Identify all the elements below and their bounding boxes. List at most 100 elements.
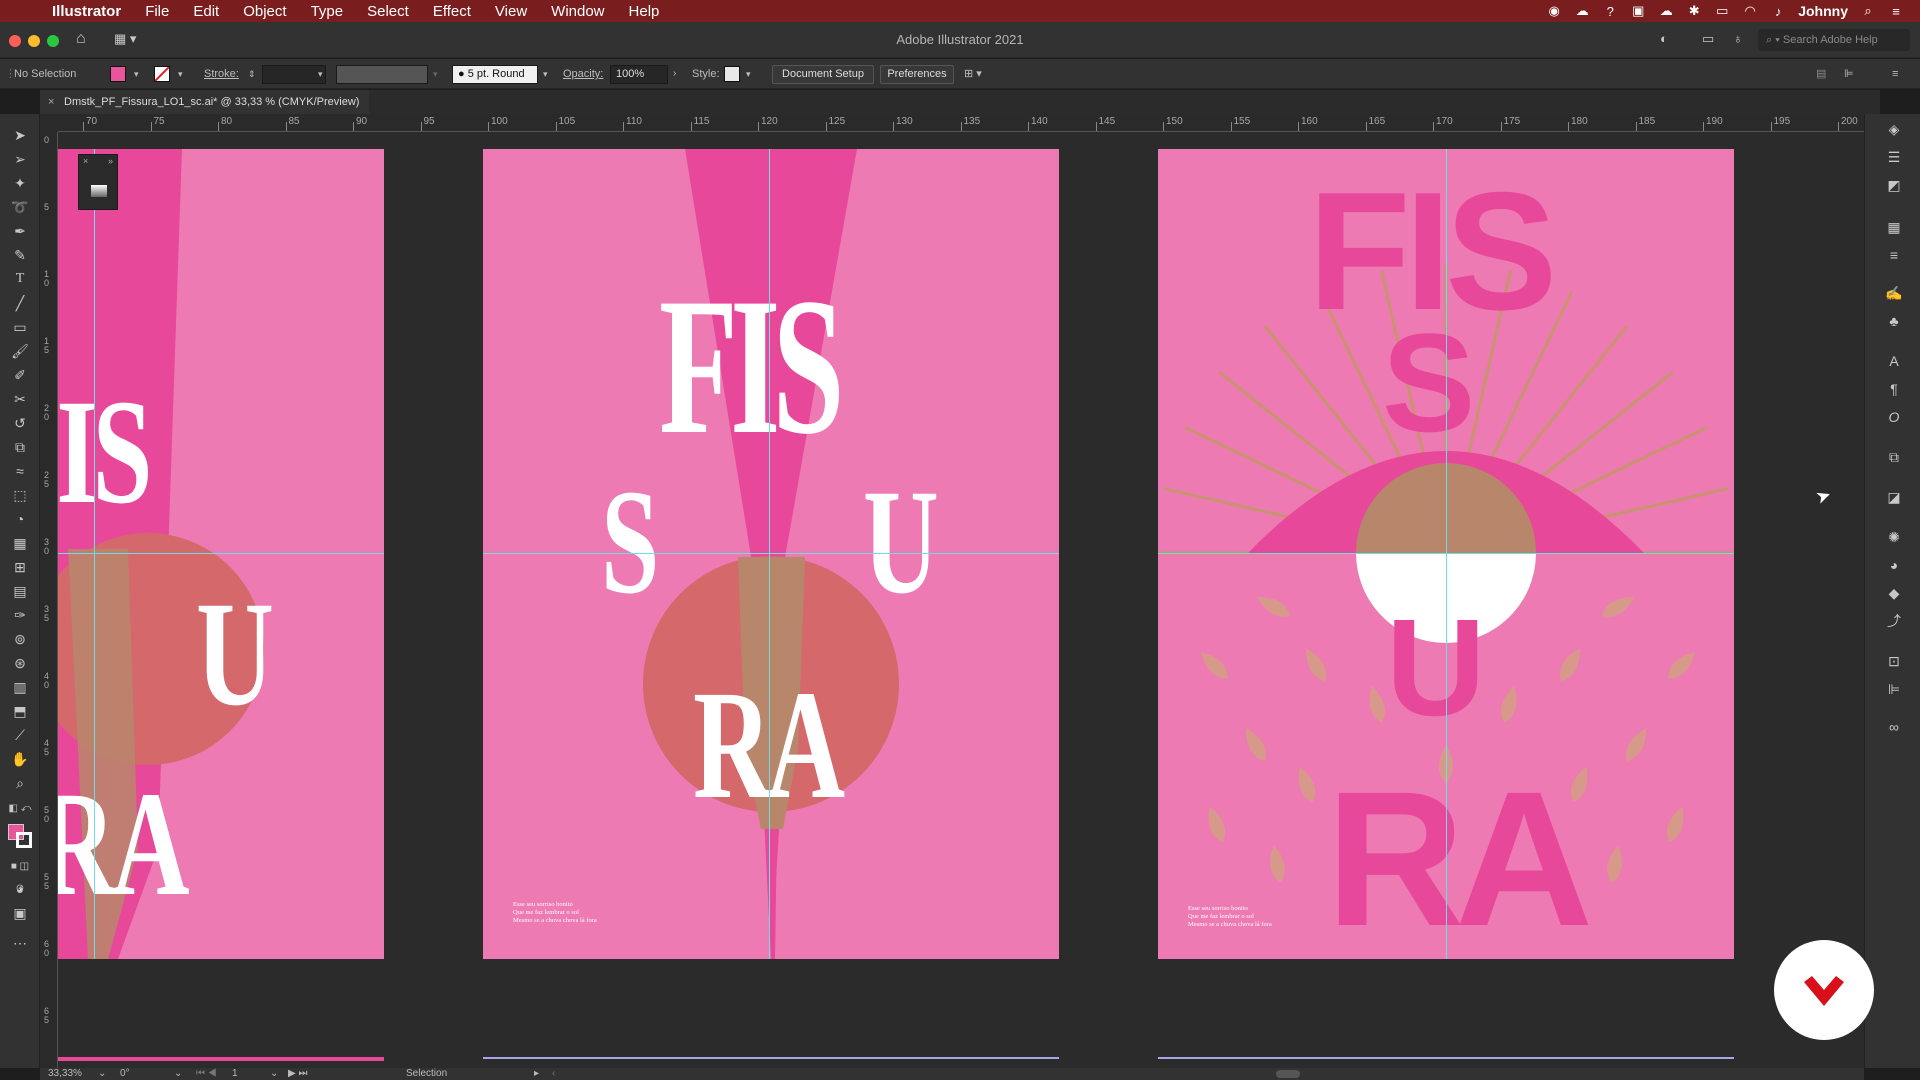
artboard-nav-first-prev-icon[interactable]: ⏮ ◀ <box>196 1068 217 1080</box>
guide-horizontal[interactable] <box>58 553 384 554</box>
default-colors-icon[interactable]: ◧ ⤺ <box>8 798 32 820</box>
fill-color-swatch[interactable] <box>110 66 126 82</box>
paintbrush-tool-icon[interactable]: 🖌 <box>8 340 32 362</box>
drawing-modes-icon[interactable]: ◕ <box>8 878 32 900</box>
mesh-tool-icon[interactable]: ⊞ <box>8 556 32 578</box>
pathfinder-icon[interactable]: ◪ <box>1885 488 1903 506</box>
opentype-panel-icon[interactable]: O <box>1885 408 1903 426</box>
artboards-panel-icon[interactable]: ⊡ <box>1885 652 1903 670</box>
artboard-poster-2[interactable]: FIS S U RA Esse seu sorriso bonito Que m… <box>483 149 1059 959</box>
arrange-icon[interactable]: ▤ <box>1816 59 1826 89</box>
color-mode-icons[interactable]: ■ ◫ ⊘ <box>8 856 32 894</box>
rectangle-tool-icon[interactable]: ▭ <box>8 316 32 338</box>
zoom-dropdown-icon[interactable]: ⌄ <box>98 1068 106 1080</box>
graphic-style-swatch[interactable] <box>724 66 740 82</box>
opacity-arrow-icon[interactable]: › <box>673 59 676 89</box>
type-tool-icon[interactable]: T <box>8 268 32 290</box>
stroke-weight-field[interactable] <box>262 65 326 84</box>
brush-definition-field[interactable]: ● 5 pt. Round <box>452 65 538 84</box>
layers-panel-icon[interactable]: ◩ <box>1885 176 1903 194</box>
guide-vertical[interactable] <box>1446 149 1447 959</box>
stroke-weight-dropdown-icon[interactable]: ▾ <box>318 59 323 89</box>
menu-app-name[interactable]: Illustrator <box>40 3 133 20</box>
rotate-tool-icon[interactable]: ↺ <box>8 412 32 434</box>
guide-vertical[interactable] <box>94 149 95 959</box>
control-bar-menu-icon[interactable]: ≡ <box>1892 59 1898 89</box>
magic-wand-tool-icon[interactable]: ✦ <box>8 172 32 194</box>
character-panel-icon[interactable]: A <box>1885 352 1903 370</box>
guide-vertical[interactable] <box>769 149 770 959</box>
artboard-nav-next-last-icon[interactable]: ▶ ⏭ <box>288 1068 307 1080</box>
gradient-tool-icon[interactable]: ▤ <box>8 580 32 602</box>
search-help-input[interactable]: ⌕ ▾ Search Adobe Help <box>1758 29 1910 51</box>
artboard-dropdown-icon[interactable]: ⌄ <box>270 1068 278 1080</box>
fill-dropdown-icon[interactable]: ▾ <box>134 59 139 89</box>
menu-type[interactable]: Type <box>299 3 356 20</box>
menu-effect[interactable]: Effect <box>421 3 483 20</box>
appearance-icon[interactable]: ✺ <box>1885 528 1903 546</box>
brushes-icon[interactable]: ✍ <box>1885 284 1903 302</box>
layers-icon[interactable]: ◆ <box>1885 584 1903 602</box>
blend-tool-icon[interactable]: ⊚ <box>8 628 32 650</box>
eyedropper-tool-icon[interactable]: ✑ <box>8 604 32 626</box>
symbols-icon[interactable]: ♣ <box>1885 312 1903 330</box>
panel-close-icon[interactable]: × <box>83 156 88 166</box>
menu-view[interactable]: View <box>483 3 539 20</box>
menu-object[interactable]: Object <box>231 3 298 20</box>
menu-select[interactable]: Select <box>355 3 421 20</box>
floating-gradient-panel[interactable]: × » <box>78 154 118 210</box>
guide-horizontal[interactable] <box>483 553 1059 554</box>
close-tab-icon[interactable]: × <box>48 90 54 114</box>
vertical-ruler[interactable]: 0 5 1 0 1 5 2 0 2 5 3 0 3 5 4 0 4 5 5 0 5 5 6 0 6 5 <box>40 132 58 1068</box>
stroke-dropdown-icon[interactable]: ▾ <box>178 59 183 89</box>
airplay-icon[interactable]: ▭ <box>1714 3 1730 19</box>
libraries-icon[interactable]: ◈ <box>1885 120 1903 138</box>
blob-brush-tool-icon[interactable]: ✐ <box>8 364 32 386</box>
opacity-label[interactable]: Opacity: <box>563 59 603 89</box>
status-menu-icon[interactable]: ▸ <box>534 1068 539 1080</box>
document-setup-button[interactable]: Document Setup <box>772 65 874 84</box>
variable-width-profile[interactable] <box>336 65 428 84</box>
menu-window[interactable]: Window <box>539 3 616 20</box>
align-panel-icon[interactable]: ⊫ <box>1885 680 1903 698</box>
wifi-icon[interactable]: ◠ <box>1742 3 1758 19</box>
curvature-tool-icon[interactable]: ✎ <box>8 244 32 266</box>
paragraph-panel-icon[interactable]: ¶ <box>1885 380 1903 398</box>
cloud-docs-icon[interactable]: ◐ <box>1660 31 1668 46</box>
canvas[interactable]: FIS U RA × » FIS S U RA Esse seu s <box>58 132 1864 1068</box>
free-transform-tool-icon[interactable]: ⬚ <box>8 484 32 506</box>
app-status-icon[interactable]: ▣ <box>1630 3 1646 19</box>
horizontal-scrollbar-thumb[interactable] <box>1276 1070 1300 1078</box>
help-badge-icon[interactable]: ? <box>1602 4 1618 19</box>
zoom-level[interactable]: 33,33% <box>48 1068 82 1080</box>
stroke-weight-stepper[interactable]: ⇕ <box>248 59 256 89</box>
rotation-dropdown-icon[interactable]: ⌄ <box>174 1068 182 1080</box>
menu-edit[interactable]: Edit <box>181 3 231 20</box>
artboard-number[interactable]: 1 <box>232 1068 238 1080</box>
hand-tool-icon[interactable]: ✋ <box>8 748 32 770</box>
scissors-tool-icon[interactable]: ✂ <box>8 388 32 410</box>
scale-tool-icon[interactable]: ⧉ <box>8 436 32 458</box>
properties-icon[interactable]: ☰ <box>1885 148 1903 166</box>
artboard-tool-icon[interactable]: ⬒ <box>8 700 32 722</box>
direct-selection-tool-icon[interactable]: ➢ <box>8 148 32 170</box>
brush-dropdown-icon[interactable]: ▾ <box>543 59 548 89</box>
gradient-swatch-icon[interactable] <box>91 185 107 197</box>
artboard-poster-3[interactable]: FIS S U RA Esse seu sorriso bonito Que m… <box>1158 149 1734 959</box>
panel-collapse-icon[interactable]: » <box>108 156 113 166</box>
document-tab[interactable]: × Dmstk_PF_Fissura_LO1_sc.ai* @ 33,33 % … <box>40 90 370 114</box>
asset-export-icon[interactable]: ⤴ <box>1885 612 1903 630</box>
symbol-sprayer-tool-icon[interactable]: ⊛ <box>8 652 32 674</box>
transform-panel-icon[interactable]: ⧉ <box>1885 448 1903 466</box>
lasso-tool-icon[interactable]: ➰ <box>8 196 32 218</box>
volume-icon[interactable]: ♪ <box>1770 4 1786 19</box>
links-panel-icon[interactable]: ∞ <box>1885 718 1903 736</box>
ruler-origin[interactable] <box>40 114 58 132</box>
selection-tool-icon[interactable]: ➤ <box>8 124 32 146</box>
graphic-styles-icon[interactable]: ◕ <box>1885 556 1903 574</box>
horizontal-ruler[interactable]: 70 75 80 85 90 95 100 105 110 115 120 125 130 135 140 1… <box>58 114 1864 132</box>
cloud-icon[interactable]: ☁ <box>1658 3 1674 19</box>
menu-help[interactable]: Help <box>617 3 672 20</box>
menubar-user-name[interactable]: Johnny <box>1798 3 1848 19</box>
slice-tool-icon[interactable]: ⟋ <box>8 724 32 746</box>
